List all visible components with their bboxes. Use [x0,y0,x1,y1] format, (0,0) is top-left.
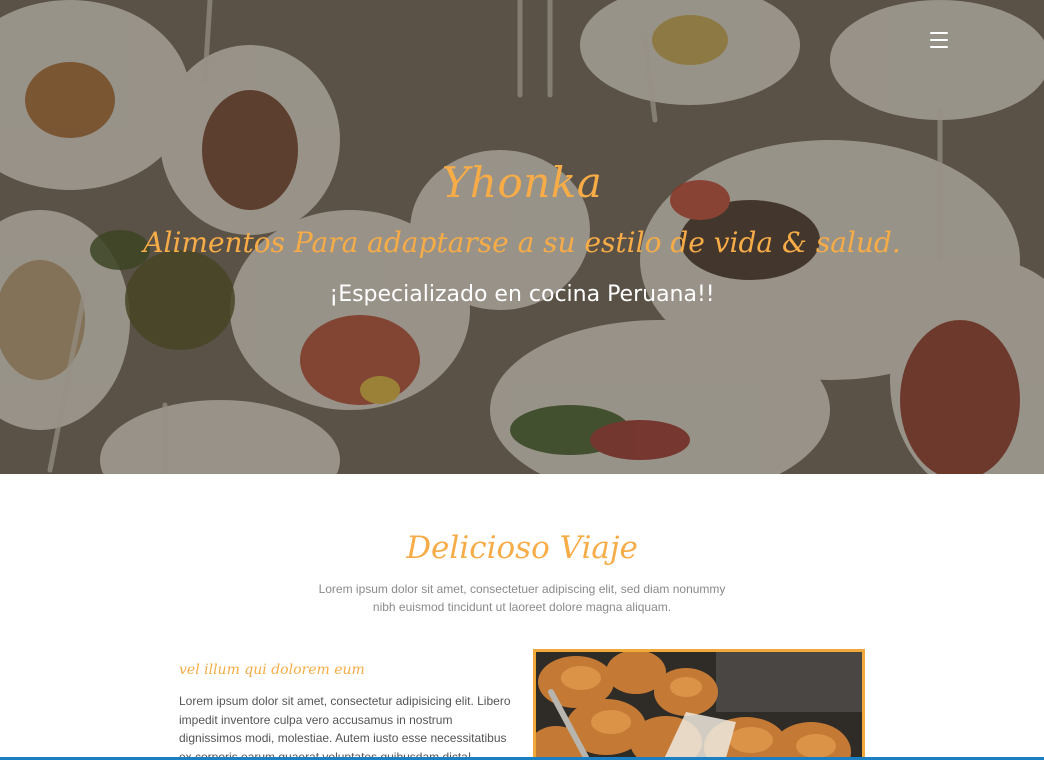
section-title: Delicioso Viaje [406,530,638,566]
hamburger-menu-icon[interactable] [926,28,952,52]
menu-bar [930,39,948,41]
feature-text: Lorem ipsum dolor sit amet, consectetur … [179,694,511,760]
hero-tagline: Alimentos Para adaptarse a su estilo de … [143,226,901,259]
menu-bar [930,46,948,48]
menu-bar [930,32,948,34]
hero-banner: Yhonka Alimentos Para adaptarse a su est… [0,0,1044,474]
feature-photo [533,649,865,760]
brand-title: Yhonka [441,158,603,207]
fried-food-image [536,652,862,760]
feature-heading: vel illum qui dolorem eum [179,662,365,678]
section-description: Lorem ipsum dolor sit amet, consectetuer… [318,582,726,614]
hero-subtitle: ¡Especializado en cocina Peruana!! [329,282,715,307]
